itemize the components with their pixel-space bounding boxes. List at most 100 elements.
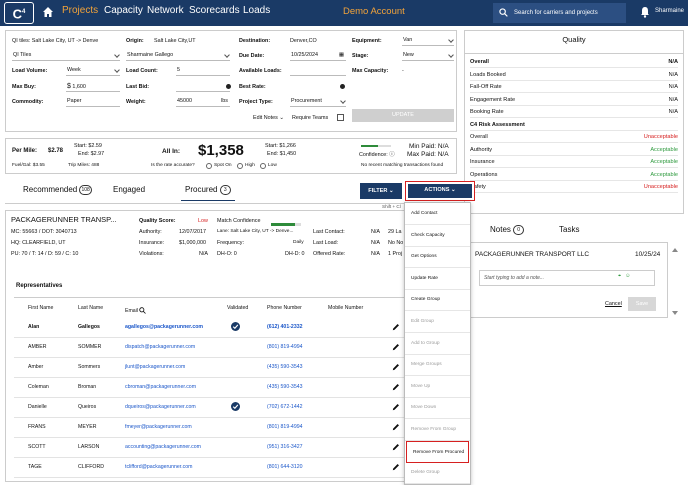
menu-item-remove-from-procured[interactable]: Remove From Procured: [406, 440, 469, 463]
home-icon[interactable]: [42, 5, 54, 19]
calendar-icon[interactable]: ▦: [339, 51, 344, 60]
qi-tiles-select[interactable]: QI Tiles: [12, 51, 120, 61]
commodity-input[interactable]: Paper: [66, 97, 120, 107]
rep-phone[interactable]: (801) 644-3120: [267, 464, 302, 470]
bell-icon[interactable]: [640, 6, 650, 18]
tab-recommended[interactable]: Recommended 108: [23, 185, 92, 195]
edit-pencil-icon[interactable]: [392, 423, 400, 431]
table-row[interactable]: Danielle Queiros dqueiros@packagerunner.co…: [14, 398, 434, 418]
edit-notes-link[interactable]: Edit Notes ⌄: [253, 115, 284, 121]
actions-button[interactable]: ACTIONS ⌄: [405, 181, 475, 201]
equipment-select[interactable]: Van: [402, 36, 454, 46]
edit-pencil-icon[interactable]: [392, 343, 400, 351]
rep-phone[interactable]: (801) 819-4994: [267, 424, 302, 430]
carrier-name[interactable]: PACKAGERUNNER TRANSP...: [11, 215, 116, 224]
rep-phone[interactable]: (435) 590-3543: [267, 364, 302, 370]
search-icon[interactable]: [139, 307, 147, 314]
info-icon[interactable]: [340, 84, 345, 89]
emoji-icon[interactable]: ☺: [625, 273, 631, 279]
require-teams-checkbox[interactable]: [337, 114, 344, 121]
menu-item-add-contact[interactable]: Add Contact: [405, 203, 470, 225]
available-loads-input[interactable]: [290, 66, 346, 76]
menu-item-get-options[interactable]: Get Options: [405, 246, 470, 269]
edit-pencil-icon[interactable]: [392, 403, 400, 411]
col-email[interactable]: Email: [125, 307, 147, 314]
global-search[interactable]: Search for carriers and projects: [493, 3, 626, 23]
rep-phone[interactable]: (801) 819-4994: [267, 344, 302, 350]
scroll-down-icon[interactable]: [672, 311, 678, 315]
origin-value[interactable]: Salt Lake City,UT: [154, 38, 196, 44]
weight-input[interactable]: 45000 lbs: [176, 97, 230, 107]
table-row[interactable]: FRANS MEYER fmeyer@packagerunner.com (801) …: [14, 418, 434, 438]
table-row[interactable]: Amber Sommers jlunt@packagerunner.com (435)…: [14, 358, 434, 378]
rep-email[interactable]: agallegos@packagerunner.com: [125, 324, 203, 330]
rep-phone[interactable]: (612) 401-2332: [267, 324, 302, 330]
quality-row: Engagement Rate N/A: [470, 95, 678, 106]
max-buy-input[interactable]: $ 1,600: [66, 82, 120, 92]
update-button[interactable]: UPDATE: [352, 109, 454, 122]
edit-pencil-icon[interactable]: [392, 383, 400, 391]
tab-engaged[interactable]: Engaged: [113, 185, 145, 194]
rep-email[interactable]: cbroman@packagerunner.com: [125, 384, 196, 390]
info-icon[interactable]: [226, 84, 231, 89]
load-count-input[interactable]: 5: [176, 66, 230, 76]
tab-notes[interactable]: Notes 0: [490, 225, 525, 235]
violations-value: N/A: [199, 251, 208, 257]
menu-item-check-capacity[interactable]: Check Capacity: [405, 225, 470, 247]
edit-pencil-icon[interactable]: [392, 463, 400, 471]
rep-email[interactable]: accounting@packagerunner.com: [125, 444, 201, 450]
high-radio[interactable]: [237, 163, 243, 169]
nav-network[interactable]: Network: [147, 5, 184, 16]
rep-email[interactable]: fmeyer@packagerunner.com: [125, 424, 192, 430]
scroll-up-icon[interactable]: [672, 248, 678, 252]
nav-capacity[interactable]: Capacity: [104, 5, 143, 16]
tab-tasks[interactable]: Tasks: [559, 225, 579, 234]
nav-scorecards[interactable]: Scorecards: [189, 5, 240, 16]
destination-value[interactable]: Denver,CO: [290, 38, 317, 44]
save-button[interactable]: Save: [628, 297, 656, 311]
rep-email[interactable]: dispatch@packagerunner.com: [125, 344, 195, 350]
nav-loads[interactable]: Loads: [243, 5, 270, 16]
high-label: High: [245, 163, 255, 168]
cancel-link[interactable]: Cancel: [605, 301, 622, 307]
filter-button[interactable]: FILTER ⌄: [360, 183, 402, 199]
col-phone[interactable]: Phone Number: [267, 305, 302, 311]
nav-projects[interactable]: Projects: [62, 5, 98, 16]
spot-on-radio[interactable]: [206, 163, 212, 169]
table-row[interactable]: AMBER SOMMER dispatch@packagerunner.com (80…: [14, 338, 434, 358]
stage-select[interactable]: New: [402, 51, 454, 61]
info-icon[interactable]: ⓘ: [389, 152, 394, 158]
user-name[interactable]: Sharmaine: [655, 8, 684, 14]
location-icon[interactable]: ⌖: [618, 273, 621, 280]
rep-phone[interactable]: (702) 672-1442: [267, 404, 302, 410]
menu-item-create-group[interactable]: Create Group: [405, 289, 470, 312]
edit-pencil-icon[interactable]: [392, 363, 400, 371]
project-type-select[interactable]: Procurement: [290, 97, 346, 107]
table-row[interactable]: Alan Gallegos agallegos@packagerunner.com (…: [14, 318, 434, 338]
rep-email[interactable]: dqueiros@packagerunner.com: [125, 404, 196, 410]
tab-procured[interactable]: Procured 3: [181, 185, 235, 201]
load-volume-select[interactable]: Week: [66, 66, 120, 76]
col-last-name[interactable]: Last Name: [78, 305, 103, 311]
col-first-name[interactable]: First Name: [28, 305, 53, 311]
low-radio[interactable]: [260, 163, 266, 169]
table-row[interactable]: Coleman Broman cbroman@packagerunner.com (4…: [14, 378, 434, 398]
rep-phone[interactable]: (951) 316-3427: [267, 444, 302, 450]
spot-on-label: Spot On: [214, 163, 232, 168]
user-select[interactable]: Sharmaine Gallego: [126, 51, 230, 61]
col-mobile[interactable]: Mobile Number: [328, 305, 363, 311]
rep-email[interactable]: tclifford@packagerunner.com: [125, 464, 192, 470]
table-row[interactable]: TAGE CLIFFORD tclifford@packagerunner.com (…: [14, 458, 434, 478]
table-row[interactable]: SCOTT LARSON accounting@packagerunner.com (…: [14, 438, 434, 458]
last-bid-input[interactable]: [176, 82, 230, 92]
quality-title[interactable]: Quality: [465, 31, 683, 49]
c4-logo[interactable]: C4: [4, 2, 34, 24]
edit-pencil-icon[interactable]: [392, 443, 400, 451]
menu-item-update-rate[interactable]: Update Rate: [405, 268, 470, 290]
rep-email[interactable]: jlunt@packagerunner.com: [125, 364, 185, 370]
edit-pencil-icon[interactable]: [392, 323, 400, 331]
col-validated[interactable]: Validated: [227, 305, 248, 311]
rep-phone[interactable]: (435) 590-3543: [267, 384, 302, 390]
rep-first-name: FRANS: [28, 424, 46, 430]
due-date-input[interactable]: 10/25/2024 ▦: [290, 51, 346, 61]
